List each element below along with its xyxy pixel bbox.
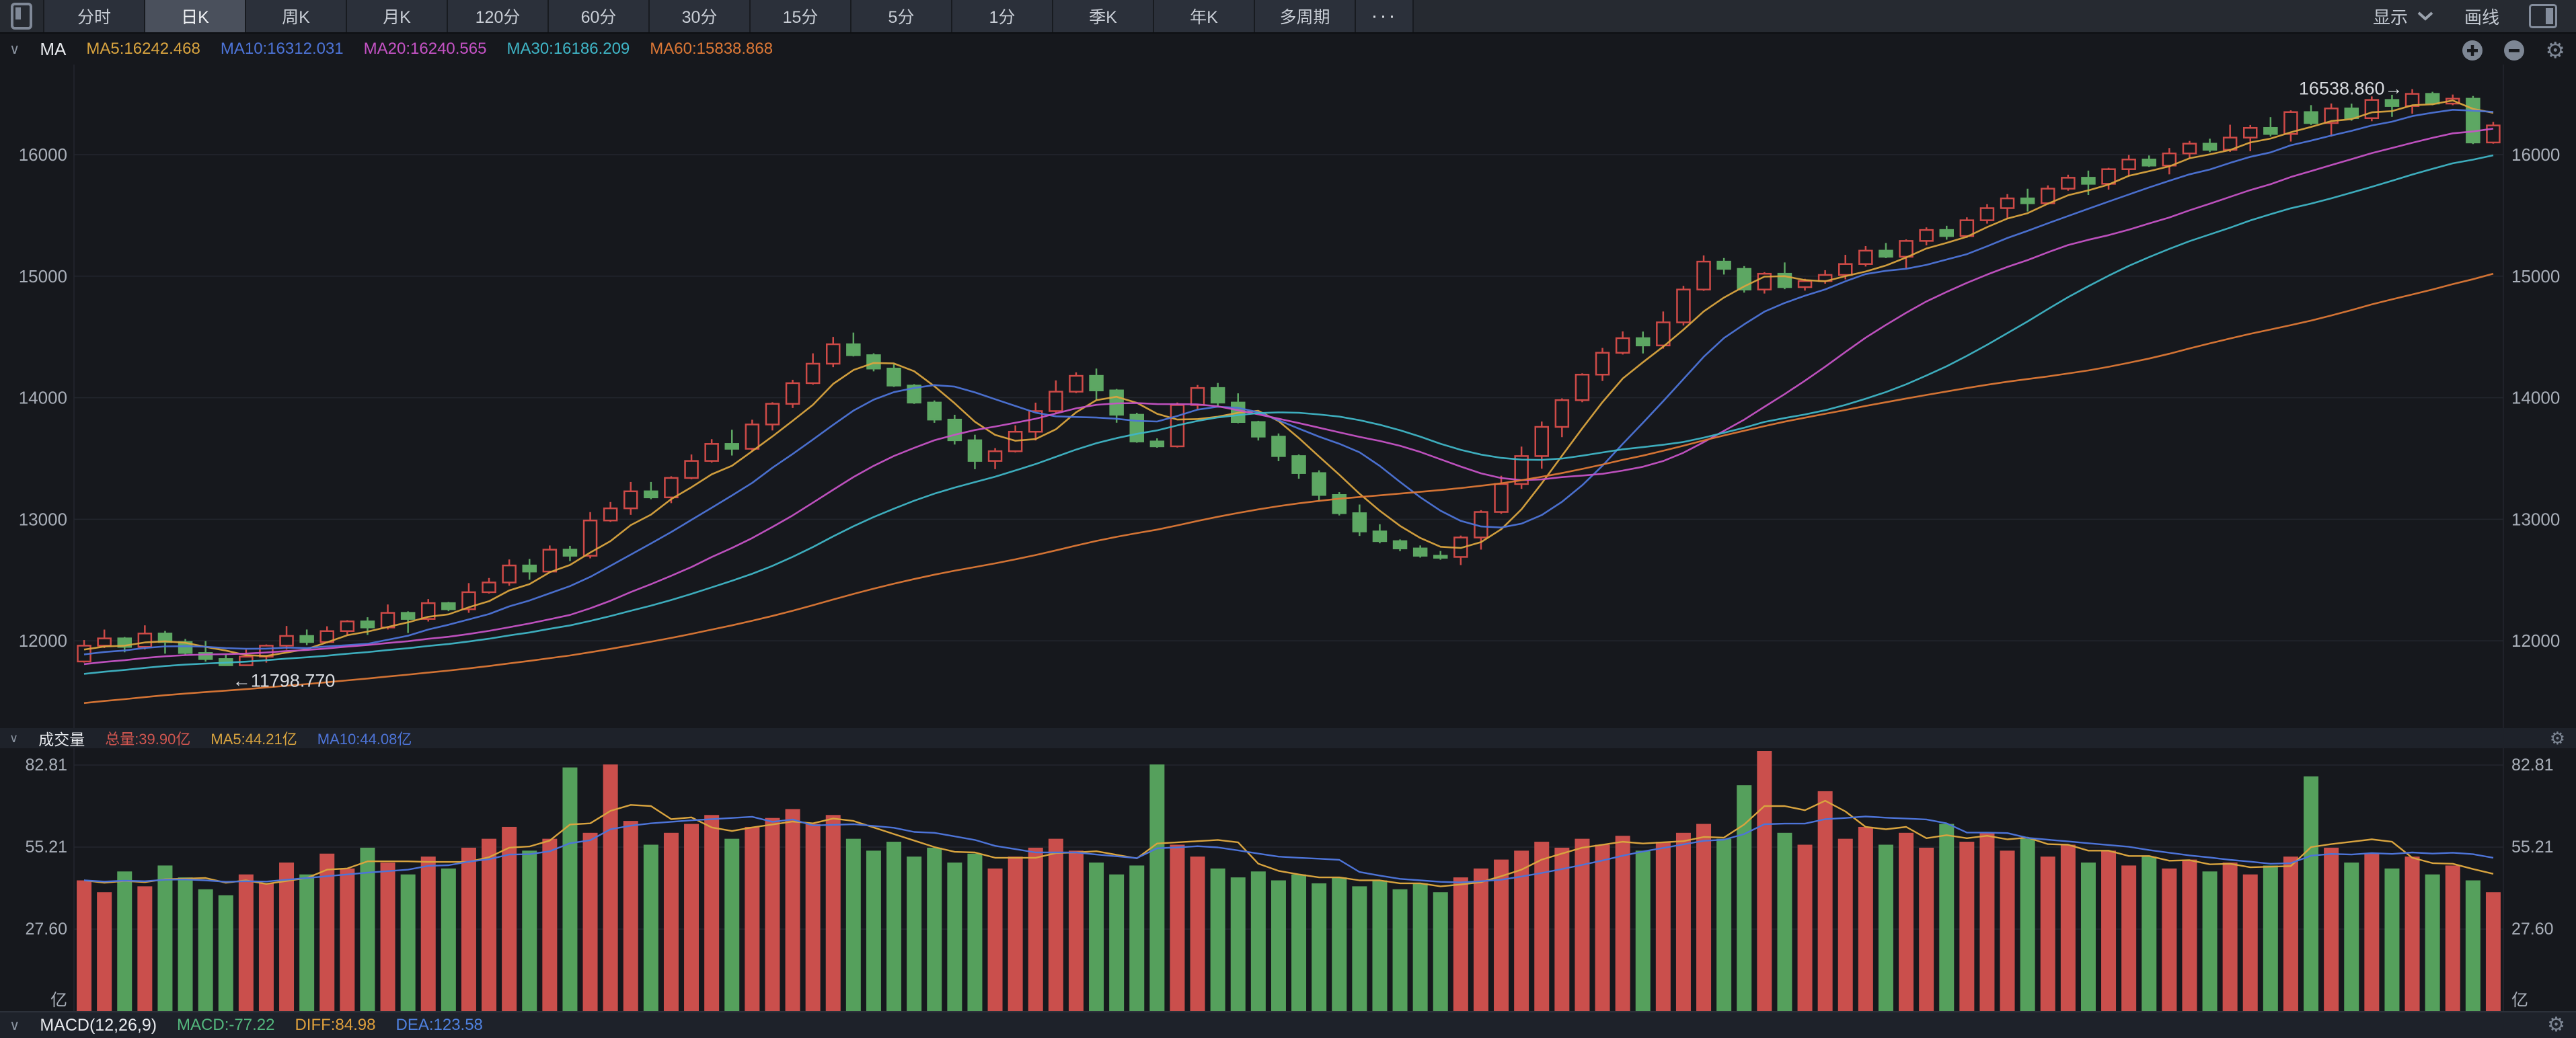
- collapse-volume-icon[interactable]: ∨: [9, 731, 18, 746]
- volume-ma10-value: MA10:44.08亿: [317, 727, 412, 749]
- display-menu-label: 显示: [2373, 4, 2408, 29]
- macd-value: MACD:-77.22: [177, 1016, 274, 1035]
- svg-text:12000: 12000: [19, 631, 67, 651]
- tab-daily-k[interactable]: 日K: [145, 0, 246, 32]
- diff-value: DIFF:84.98: [295, 1016, 375, 1035]
- collapse-macd-icon[interactable]: ∨: [9, 1017, 20, 1034]
- period-toolbar: 分时 日K 周K 月K 120分 60分 30分 15分 5分 1分 季K 年K…: [0, 0, 2576, 34]
- zoom-out-button[interactable]: [2503, 40, 2525, 61]
- svg-text:亿: 亿: [50, 991, 67, 1010]
- draw-line-label: 画线: [2464, 4, 2499, 29]
- chevron-down-icon: [2416, 10, 2435, 22]
- volume-total-value: 总量:39.90亿: [105, 727, 190, 749]
- svg-text:亿: 亿: [2511, 991, 2528, 1010]
- display-menu-button[interactable]: 显示: [2373, 4, 2435, 29]
- tab-weekly-k[interactable]: 周K: [246, 0, 347, 32]
- macd-title: MACD(12,26,9): [40, 1016, 157, 1035]
- volume-ma5-value: MA5:44.21亿: [211, 727, 297, 749]
- tab-monthly-k[interactable]: 月K: [347, 0, 448, 32]
- svg-text:27.60: 27.60: [2511, 920, 2554, 939]
- tab-5min[interactable]: 5分: [851, 0, 952, 32]
- svg-text:15000: 15000: [19, 266, 67, 286]
- tab-1min[interactable]: 1分: [952, 0, 1053, 32]
- svg-text:13000: 13000: [19, 509, 67, 529]
- svg-text:55.21: 55.21: [25, 838, 67, 856]
- zoom-in-button[interactable]: [2462, 40, 2483, 61]
- volume-indicator-header: ∨ 成交量 总量:39.90亿 MA5:44.21亿 MA10:44.08亿 ⚙: [0, 728, 2576, 748]
- tab-15min[interactable]: 15分: [751, 0, 851, 32]
- tab-30min[interactable]: 30分: [650, 0, 751, 32]
- candlestick-chart[interactable]: 16000 16000 15000 15000 14000 14000 13000 13000…: [0, 34, 2576, 728]
- svg-text:12000: 12000: [2511, 631, 2560, 651]
- volume-title: 成交量: [38, 727, 85, 750]
- tab-quarterly-k[interactable]: 季K: [1053, 0, 1154, 32]
- chart-application-window: 分时 日K 周K 月K 120分 60分 30分 15分 5分 1分 季K 年K…: [0, 0, 2576, 1038]
- tab-multi-period[interactable]: 多周期: [1255, 0, 1356, 32]
- tab-120min[interactable]: 120分: [448, 0, 549, 32]
- collapse-ma-icon[interactable]: ∨: [9, 41, 20, 58]
- toggle-right-panel-icon[interactable]: [2529, 4, 2557, 28]
- svg-text:55.21: 55.21: [2511, 838, 2554, 856]
- svg-text:16000: 16000: [2511, 145, 2560, 165]
- ma10-value: MA10:16312.031: [221, 40, 344, 58]
- ma60-value: MA60:15838.868: [650, 40, 773, 58]
- svg-text:15000: 15000: [2511, 266, 2560, 286]
- tab-yearly-k[interactable]: 年K: [1154, 0, 1255, 32]
- tab-more[interactable]: ···: [1356, 0, 1414, 32]
- svg-text:14000: 14000: [2511, 388, 2560, 408]
- svg-text:82.81: 82.81: [25, 756, 67, 774]
- draw-line-button[interactable]: 画线: [2464, 4, 2499, 29]
- price-chart-pane: 16000 16000 15000 15000 14000 14000 13000 13000…: [0, 34, 2576, 728]
- svg-text:←11798.770: ←11798.770: [233, 671, 336, 691]
- svg-text:14000: 14000: [19, 388, 67, 408]
- svg-text:13000: 13000: [2511, 509, 2560, 529]
- ma-indicator-header: ∨ MA MA5:16242.468 MA10:16312.031 MA20:1…: [0, 34, 773, 65]
- svg-text:16000: 16000: [19, 145, 67, 165]
- volume-settings-gear-icon[interactable]: ⚙: [2550, 729, 2565, 747]
- tab-minute[interactable]: 分时: [44, 0, 145, 32]
- svg-text:16538.860→: 16538.860→: [2299, 79, 2403, 99]
- collapse-left-panel-button[interactable]: [0, 0, 44, 32]
- tab-60min[interactable]: 60分: [549, 0, 650, 32]
- price-settings-gear-icon[interactable]: ⚙: [2545, 39, 2565, 61]
- svg-text:82.81: 82.81: [2511, 756, 2554, 774]
- ma-indicator-title: MA: [40, 39, 66, 60]
- dea-value: DEA:123.58: [395, 1016, 482, 1035]
- svg-text:27.60: 27.60: [25, 920, 67, 939]
- ma5-value: MA5:16242.468: [86, 40, 200, 58]
- left-panel-icon: [11, 3, 32, 30]
- macd-settings-gear-icon[interactable]: ⚙: [2547, 1015, 2565, 1035]
- volume-chart[interactable]: 82.81 82.81 55.21 55.21 27.60 27.60 亿 亿: [0, 748, 2576, 1011]
- macd-indicator-header: ∨ MACD(12,26,9) MACD:-77.22 DIFF:84.98 D…: [0, 1011, 2576, 1038]
- price-pane-tools: ⚙: [2462, 39, 2565, 61]
- ma20-value: MA20:16240.565: [364, 40, 487, 58]
- ma30-value: MA30:16186.209: [506, 40, 630, 58]
